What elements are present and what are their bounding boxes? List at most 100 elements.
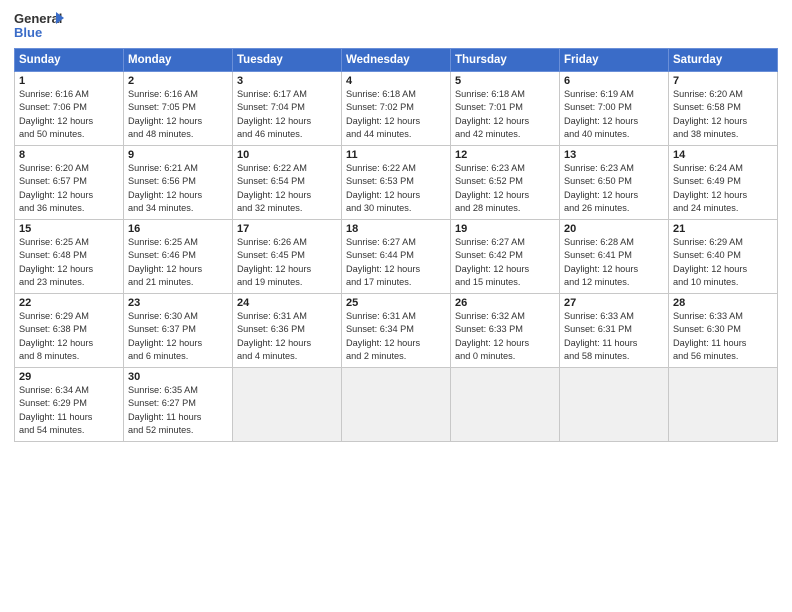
day-number: 3 xyxy=(237,75,337,87)
calendar-cell: 3Sunrise: 6:17 AMSunset: 7:04 PMDaylight… xyxy=(233,72,342,146)
cell-info-line: Sunrise: 6:33 AM xyxy=(673,310,773,323)
cell-info-line: Sunset: 6:36 PM xyxy=(237,323,337,336)
cell-info-line: and 21 minutes. xyxy=(128,276,228,289)
cell-info-line: Sunrise: 6:30 AM xyxy=(128,310,228,323)
cell-info-line: Daylight: 12 hours xyxy=(673,115,773,128)
cell-info-line: Sunrise: 6:19 AM xyxy=(564,88,664,101)
calendar-cell: 7Sunrise: 6:20 AMSunset: 6:58 PMDaylight… xyxy=(669,72,778,146)
cell-info-line: Sunset: 6:30 PM xyxy=(673,323,773,336)
cell-info-line: Daylight: 11 hours xyxy=(673,337,773,350)
col-header-thursday: Thursday xyxy=(451,49,560,72)
cell-info-line: Daylight: 12 hours xyxy=(346,115,446,128)
cell-info-line: Sunset: 6:57 PM xyxy=(19,175,119,188)
day-number: 15 xyxy=(19,223,119,235)
cell-info-line: Sunrise: 6:28 AM xyxy=(564,236,664,249)
cell-info-line: and 54 minutes. xyxy=(19,424,119,437)
cell-info-line: Daylight: 12 hours xyxy=(237,263,337,276)
calendar-cell: 23Sunrise: 6:30 AMSunset: 6:37 PMDayligh… xyxy=(124,294,233,368)
cell-info-line: Sunrise: 6:16 AM xyxy=(128,88,228,101)
cell-info-line: Daylight: 12 hours xyxy=(128,189,228,202)
calendar-cell: 15Sunrise: 6:25 AMSunset: 6:48 PMDayligh… xyxy=(15,220,124,294)
cell-info-line: Sunrise: 6:21 AM xyxy=(128,162,228,175)
cell-info-line: and 23 minutes. xyxy=(19,276,119,289)
cell-info-line: and 26 minutes. xyxy=(564,202,664,215)
cell-info-line: and 56 minutes. xyxy=(673,350,773,363)
day-number: 1 xyxy=(19,75,119,87)
cell-info-line: Sunset: 6:41 PM xyxy=(564,249,664,262)
cell-info-line: and 28 minutes. xyxy=(455,202,555,215)
cell-info-line: and 4 minutes. xyxy=(237,350,337,363)
col-header-friday: Friday xyxy=(560,49,669,72)
cell-info-line: and 2 minutes. xyxy=(346,350,446,363)
calendar-cell xyxy=(233,368,342,442)
cell-info-line: and 0 minutes. xyxy=(455,350,555,363)
cell-info-line: and 30 minutes. xyxy=(346,202,446,215)
cell-info-line: Daylight: 12 hours xyxy=(455,263,555,276)
calendar-cell: 29Sunrise: 6:34 AMSunset: 6:29 PMDayligh… xyxy=(15,368,124,442)
cell-info-line: and 38 minutes. xyxy=(673,128,773,141)
calendar-table: SundayMondayTuesdayWednesdayThursdayFrid… xyxy=(14,48,778,442)
cell-info-line: Sunrise: 6:27 AM xyxy=(455,236,555,249)
cell-info-line: and 46 minutes. xyxy=(237,128,337,141)
cell-info-line: Sunrise: 6:23 AM xyxy=(455,162,555,175)
cell-info-line: and 42 minutes. xyxy=(455,128,555,141)
cell-info-line: and 24 minutes. xyxy=(673,202,773,215)
day-number: 7 xyxy=(673,75,773,87)
cell-info-line: Sunset: 6:46 PM xyxy=(128,249,228,262)
calendar-cell: 17Sunrise: 6:26 AMSunset: 6:45 PMDayligh… xyxy=(233,220,342,294)
cell-info-line: Sunset: 6:44 PM xyxy=(346,249,446,262)
day-number: 29 xyxy=(19,371,119,383)
calendar-cell: 4Sunrise: 6:18 AMSunset: 7:02 PMDaylight… xyxy=(342,72,451,146)
col-header-wednesday: Wednesday xyxy=(342,49,451,72)
cell-info-line: and 48 minutes. xyxy=(128,128,228,141)
day-number: 12 xyxy=(455,149,555,161)
cell-info-line: Sunset: 6:52 PM xyxy=(455,175,555,188)
cell-info-line: Sunrise: 6:34 AM xyxy=(19,384,119,397)
cell-info-line: Sunset: 6:42 PM xyxy=(455,249,555,262)
calendar-cell xyxy=(342,368,451,442)
cell-info-line: Sunset: 6:56 PM xyxy=(128,175,228,188)
day-number: 11 xyxy=(346,149,446,161)
cell-info-line: Daylight: 12 hours xyxy=(564,189,664,202)
calendar-cell: 13Sunrise: 6:23 AMSunset: 6:50 PMDayligh… xyxy=(560,146,669,220)
calendar-cell xyxy=(451,368,560,442)
cell-info-line: Sunrise: 6:32 AM xyxy=(455,310,555,323)
day-number: 18 xyxy=(346,223,446,235)
calendar-cell: 18Sunrise: 6:27 AMSunset: 6:44 PMDayligh… xyxy=(342,220,451,294)
col-header-saturday: Saturday xyxy=(669,49,778,72)
cell-info-line: and 10 minutes. xyxy=(673,276,773,289)
calendar-cell: 28Sunrise: 6:33 AMSunset: 6:30 PMDayligh… xyxy=(669,294,778,368)
day-number: 9 xyxy=(128,149,228,161)
cell-info-line: Sunset: 6:40 PM xyxy=(673,249,773,262)
cell-info-line: Sunrise: 6:23 AM xyxy=(564,162,664,175)
cell-info-line: Sunrise: 6:29 AM xyxy=(673,236,773,249)
cell-info-line: and 32 minutes. xyxy=(237,202,337,215)
calendar-cell xyxy=(560,368,669,442)
calendar-cell: 1Sunrise: 6:16 AMSunset: 7:06 PMDaylight… xyxy=(15,72,124,146)
day-number: 6 xyxy=(564,75,664,87)
calendar-cell: 11Sunrise: 6:22 AMSunset: 6:53 PMDayligh… xyxy=(342,146,451,220)
cell-info-line: Sunset: 7:06 PM xyxy=(19,101,119,114)
cell-info-line: Sunset: 6:53 PM xyxy=(346,175,446,188)
cell-info-line: Daylight: 11 hours xyxy=(19,411,119,424)
day-number: 5 xyxy=(455,75,555,87)
header: GeneralBlue xyxy=(14,10,778,42)
calendar-cell: 5Sunrise: 6:18 AMSunset: 7:01 PMDaylight… xyxy=(451,72,560,146)
cell-info-line: Daylight: 12 hours xyxy=(564,115,664,128)
calendar-cell xyxy=(669,368,778,442)
cell-info-line: and 15 minutes. xyxy=(455,276,555,289)
svg-text:Blue: Blue xyxy=(14,25,42,40)
cell-info-line: Sunset: 6:45 PM xyxy=(237,249,337,262)
calendar-cell: 14Sunrise: 6:24 AMSunset: 6:49 PMDayligh… xyxy=(669,146,778,220)
day-number: 30 xyxy=(128,371,228,383)
cell-info-line: Daylight: 12 hours xyxy=(128,337,228,350)
col-header-monday: Monday xyxy=(124,49,233,72)
cell-info-line: Sunset: 6:49 PM xyxy=(673,175,773,188)
cell-info-line: Sunset: 6:27 PM xyxy=(128,397,228,410)
cell-info-line: and 40 minutes. xyxy=(564,128,664,141)
day-number: 10 xyxy=(237,149,337,161)
cell-info-line: Sunset: 7:02 PM xyxy=(346,101,446,114)
day-number: 19 xyxy=(455,223,555,235)
cell-info-line: Daylight: 12 hours xyxy=(564,263,664,276)
cell-info-line: Sunrise: 6:16 AM xyxy=(19,88,119,101)
